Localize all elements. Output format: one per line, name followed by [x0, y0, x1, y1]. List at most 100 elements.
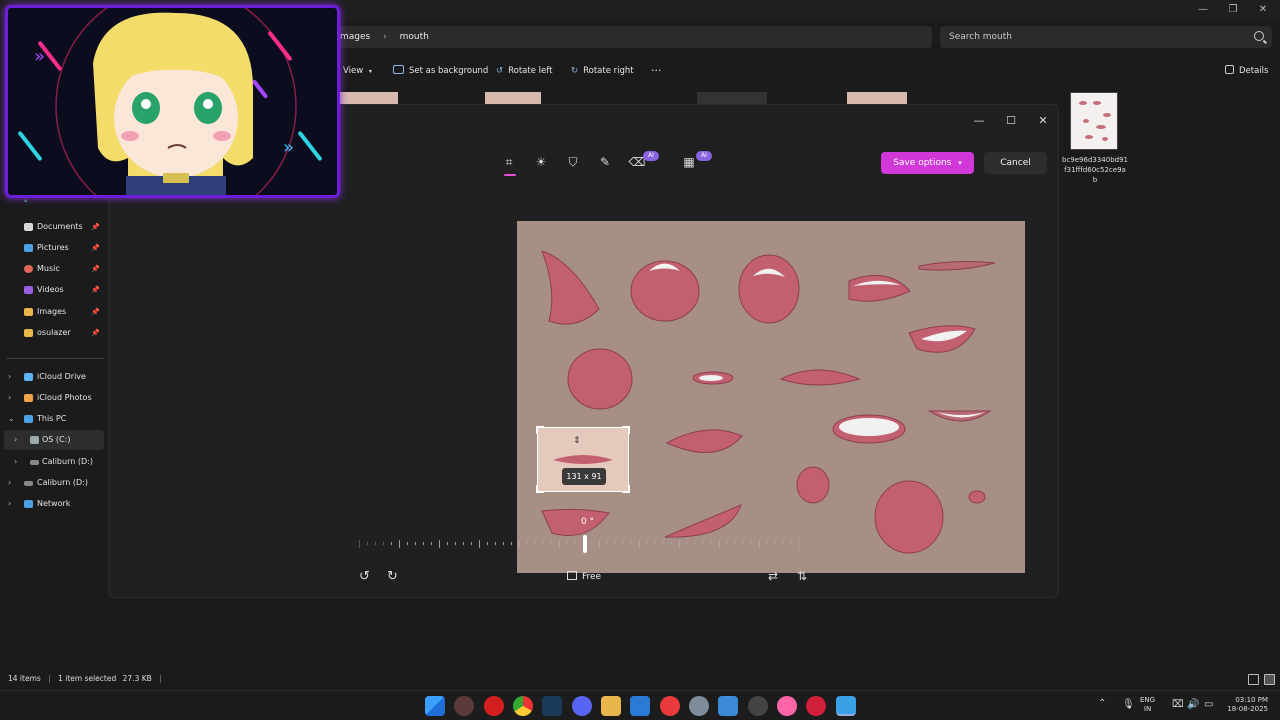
chevron-right-icon[interactable]: ›	[14, 430, 17, 450]
sidebar-item-osulazer[interactable]: osulazer 📌	[0, 323, 106, 343]
file-explorer-icon[interactable]	[601, 696, 621, 716]
restore-icon[interactable]: ❐	[1218, 2, 1248, 18]
obs-icon[interactable]	[748, 696, 768, 716]
settings-gear-icon[interactable]	[689, 696, 709, 716]
address-bar[interactable]: mages › mouth	[334, 26, 932, 48]
sidebar-item-label: Pictures	[37, 243, 69, 252]
item-count: 14 items	[8, 674, 41, 683]
music-icon	[24, 265, 33, 273]
snipping-tool-icon[interactable]	[718, 696, 738, 716]
sidebar-item-label: Network	[37, 499, 71, 508]
rotate-left-icon[interactable]: ↺	[359, 569, 370, 584]
file-name[interactable]: bc9e96d3340bd91f31fffd60c52ce9ab	[1062, 155, 1128, 185]
flip-horizontal-icon[interactable]: ⇄	[768, 569, 778, 583]
maximize-icon[interactable]: ☐	[999, 113, 1023, 129]
close-icon[interactable]: ✕	[1031, 113, 1055, 129]
chrome-icon[interactable]	[513, 696, 533, 716]
sidebar-item-network[interactable]: › Network	[0, 494, 106, 514]
photos-icon[interactable]	[630, 696, 650, 716]
slider-tick	[783, 542, 784, 545]
language-indicator[interactable]: ENG IN	[1140, 696, 1155, 714]
opera-icon[interactable]	[484, 696, 504, 716]
osu-icon[interactable]	[660, 696, 680, 716]
adjust-brightness-icon[interactable]: ☀	[532, 153, 550, 171]
sidebar-item-music[interactable]: Music 📌	[0, 259, 106, 279]
sidebar-item-caliburn-d-2[interactable]: › Caliburn (D:)	[0, 473, 106, 493]
sidebar-item-this-pc[interactable]: ⌄ This PC	[0, 409, 106, 429]
battery-icon[interactable]: ▭	[1204, 699, 1213, 710]
minimize-icon[interactable]: —	[967, 113, 991, 129]
search-icon[interactable]	[1254, 31, 1264, 41]
chevron-right-icon[interactable]: ›	[8, 367, 11, 387]
crop-handle-bottom-left[interactable]	[536, 485, 544, 493]
chevron-right-icon[interactable]: ›	[8, 388, 11, 408]
details-view-icon[interactable]	[1248, 674, 1259, 685]
anime-app-icon[interactable]	[454, 696, 474, 716]
slider-tick	[455, 542, 456, 545]
sidebar-item-images[interactable]: Images 📌	[0, 302, 106, 322]
more-options-icon[interactable]: ···	[651, 64, 662, 78]
filter-icon[interactable]: ⛉	[564, 153, 582, 171]
slider-tick	[751, 542, 752, 545]
crop-selection[interactable]: ⇕ 131 x 91	[536, 426, 630, 493]
minimize-icon[interactable]: —	[1188, 2, 1218, 18]
crop-handle-top-right[interactable]	[622, 426, 630, 434]
osu-lazer-icon[interactable]	[777, 696, 797, 716]
breadcrumb-mouth[interactable]: mouth	[400, 32, 429, 42]
straighten-slider-thumb[interactable]	[583, 535, 587, 553]
details-button[interactable]: Details	[1225, 64, 1268, 78]
sidebar-item-documents[interactable]: Documents 📌	[0, 217, 106, 237]
set-as-background-button[interactable]: Set as background	[393, 64, 488, 78]
pin-icon: 📌	[91, 265, 100, 273]
crop-handle-bottom-right[interactable]	[622, 485, 630, 493]
sidebar-item-label: Caliburn (D:)	[37, 478, 88, 487]
tiles-view-icon[interactable]	[1264, 674, 1275, 685]
pin-icon: 📌	[91, 308, 100, 316]
network-icon[interactable]: ⌧	[1172, 699, 1184, 710]
cancel-button[interactable]: Cancel	[984, 152, 1047, 174]
chevron-right-icon[interactable]: ›	[8, 494, 11, 514]
start-menu-icon[interactable]	[425, 696, 445, 716]
selected-file-thumbnail[interactable]	[1070, 92, 1118, 150]
flip-vertical-icon[interactable]: ⇅	[797, 569, 807, 583]
sidebar-item-icloud-photos[interactable]: › iCloud Photos	[0, 388, 106, 408]
chevron-right-icon[interactable]: ›	[14, 452, 17, 472]
rotate-right-button[interactable]: ↻ Rotate right	[571, 64, 634, 78]
straighten-slider[interactable]	[359, 537, 819, 551]
sidebar-item-label: iCloud Photos	[37, 393, 92, 402]
slider-tick	[775, 542, 776, 545]
rotate-right-icon[interactable]: ↻	[387, 569, 398, 584]
chevron-up-icon[interactable]: ⌃	[1098, 698, 1106, 709]
sidebar-item-label: iCloud Drive	[37, 372, 86, 381]
slider-tick	[415, 542, 416, 545]
chevron-right-icon[interactable]: ›	[8, 473, 11, 493]
sidebar-item-caliburn-d[interactable]: › Caliburn (D:)	[0, 452, 106, 472]
microphone-icon[interactable]: 🎙	[1122, 699, 1135, 710]
breadcrumb-images[interactable]: mages	[340, 32, 370, 42]
aspect-ratio-button[interactable]: Free	[567, 571, 601, 582]
crop-tool-icon[interactable]: ⌗	[500, 153, 518, 171]
slider-tick	[807, 542, 808, 545]
crop-handle-top-left[interactable]	[536, 426, 544, 434]
sidebar-item-pictures[interactable]: Pictures 📌	[0, 238, 106, 258]
sidebar-item-videos[interactable]: Videos 📌	[0, 280, 106, 300]
search-input[interactable]: Search mouth	[940, 26, 1272, 48]
markup-pen-icon[interactable]: ✎	[596, 153, 614, 171]
chevron-down-icon[interactable]: ⌄	[8, 409, 15, 429]
discord-icon[interactable]	[572, 696, 592, 716]
sidebar-item-os-c[interactable]: › OS (C:)	[0, 430, 106, 450]
creative-cloud-icon[interactable]	[806, 696, 826, 716]
close-icon[interactable]: ✕	[1248, 2, 1278, 18]
sidebar-item-icloud-drive[interactable]: › iCloud Drive	[0, 367, 106, 387]
slider-tick	[727, 542, 728, 545]
clock[interactable]: 03:10 PM 18-08-2025	[1222, 696, 1268, 714]
volume-icon[interactable]: 🔊	[1187, 699, 1199, 710]
photo-editor-icon[interactable]	[836, 696, 856, 716]
chevron-down-icon: ▾	[958, 159, 962, 167]
details-pane-icon	[1225, 65, 1234, 74]
save-options-button[interactable]: Save options ▾	[881, 152, 974, 174]
slider-tick	[391, 542, 392, 545]
rotate-left-button[interactable]: ↺ Rotate left	[496, 64, 552, 78]
steam-icon[interactable]	[542, 696, 562, 716]
view-button[interactable]: View ▾	[343, 64, 372, 78]
